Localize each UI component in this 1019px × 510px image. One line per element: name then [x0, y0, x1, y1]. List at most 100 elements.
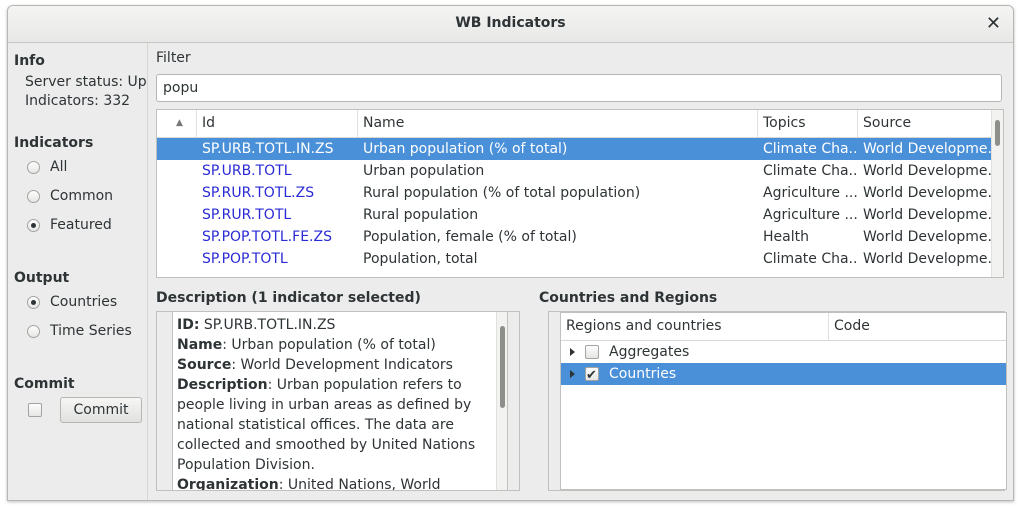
cell-source: World Developme...	[863, 163, 993, 179]
cell-id: SP.RUR.TOTL	[202, 207, 292, 223]
description-frame: ID: SP.URB.TOTL.IN.ZS Name: Urban popula…	[156, 311, 520, 491]
table-row[interactable]: SP.POP.TOTL Population, total Climate Cha.…	[157, 248, 993, 270]
tree-item-aggregates[interactable]: Aggregates	[561, 341, 1006, 363]
column-header-regions[interactable]: Regions and countries	[561, 313, 829, 340]
auto-commit-checkbox[interactable]	[28, 403, 42, 417]
scrollbar-thumb[interactable]	[500, 326, 505, 408]
radio-checked-icon[interactable]	[27, 295, 40, 309]
cell-name: Urban population	[363, 163, 485, 179]
radio-countries[interactable]: Countries	[27, 292, 117, 312]
table-row[interactable]: SP.URB.TOTL Urban population Climate Cha..…	[157, 160, 993, 182]
radio-label: Featured	[50, 217, 112, 233]
expand-arrow-icon[interactable]	[570, 370, 575, 378]
aggregates-checkbox[interactable]	[585, 345, 599, 359]
cell-id: SP.POP.TOTL	[202, 251, 288, 267]
radio-icon[interactable]	[27, 160, 40, 174]
column-header-source[interactable]: Source	[858, 110, 993, 137]
radio-common[interactable]: Common	[27, 186, 113, 206]
cell-topics: Agriculture ...	[763, 207, 858, 223]
description-box[interactable]: ID: SP.URB.TOTL.IN.ZS Name: Urban popula…	[172, 312, 508, 490]
cell-name: Urban population (% of total)	[363, 141, 568, 157]
cell-topics: Health	[763, 229, 809, 245]
radio-all[interactable]: All	[27, 157, 67, 177]
main-window: WB Indicators ✕ Info Server status: Up I…	[7, 5, 1014, 501]
window-title: WB Indicators	[455, 15, 566, 31]
cell-name: Population, total	[363, 251, 478, 267]
table-header: ▲ Id Name Topics Source	[157, 110, 993, 138]
radio-time-series[interactable]: Time Series	[27, 321, 132, 341]
radio-icon[interactable]	[27, 189, 40, 203]
id-value: SP.URB.TOTL.IN.ZS	[199, 317, 336, 333]
radio-label: Common	[50, 188, 114, 204]
tree-header: Regions and countries Code	[561, 313, 1006, 341]
org-label: Organization	[177, 477, 279, 490]
commit-button[interactable]: Commit	[60, 397, 142, 423]
radio-featured[interactable]: Featured	[27, 215, 112, 235]
filter-label: Filter	[156, 50, 191, 66]
id-label: ID:	[177, 317, 200, 333]
cell-source: World Developme...	[863, 251, 993, 267]
tree-item-label: Aggregates	[609, 344, 690, 360]
sort-column-header[interactable]: ▲	[157, 110, 197, 137]
table-row[interactable]: SP.RUR.TOTL Rural population Agriculture .…	[157, 204, 993, 226]
cell-name: Rural population (% of total population)	[363, 185, 641, 201]
radio-label: Time Series	[50, 323, 132, 339]
countries-tree[interactable]: Regions and countries Code Aggregates Co…	[560, 312, 1007, 490]
table-row[interactable]: SP.URB.TOTL.IN.ZS Urban population (% of …	[157, 138, 993, 160]
up-arrow-icon: ▲	[176, 118, 183, 128]
name-value: : Urban population (% of total)	[222, 337, 436, 353]
titlebar[interactable]: WB Indicators ✕	[8, 6, 1013, 43]
name-label: Name	[177, 337, 223, 353]
cell-id: SP.URB.TOTL	[202, 163, 292, 179]
column-header-id[interactable]: Id	[197, 110, 358, 137]
description-scrollbar[interactable]	[496, 312, 507, 490]
column-header-code[interactable]: Code	[829, 313, 1006, 340]
radio-icon[interactable]	[27, 324, 40, 338]
cell-source: World Developme...	[863, 185, 993, 201]
column-header-topics[interactable]: Topics	[758, 110, 858, 137]
source-label: Source	[177, 357, 232, 373]
sidebar: Info Server status: Up Indicators: 332 I…	[8, 43, 147, 500]
description-title: Description (1 indicator selected)	[156, 290, 421, 306]
cell-topics: Climate Cha...	[763, 163, 858, 179]
cell-id: SP.POP.TOTL.FE.ZS	[202, 229, 332, 245]
source-value: : World Development Indicators	[231, 357, 453, 373]
main-panel: Filter popu ▲ Id Name Topics Source SP.U…	[147, 43, 1013, 500]
expand-arrow-icon[interactable]	[570, 348, 575, 356]
cell-name: Rural population	[363, 207, 479, 223]
output-title: Output	[14, 270, 70, 286]
countries-frame: Regions and countries Code Aggregates Co…	[548, 311, 1007, 491]
table-scrollbar[interactable]	[991, 110, 1003, 277]
countries-checkbox[interactable]	[585, 365, 599, 387]
table-row[interactable]: SP.RUR.TOTL.ZS Rural population (% of tot…	[157, 182, 993, 204]
column-header-name[interactable]: Name	[358, 110, 758, 137]
description-text: ID: SP.URB.TOTL.IN.ZS Name: Urban popula…	[177, 315, 495, 490]
desc-label: Description	[177, 377, 268, 393]
filter-input[interactable]: popu	[156, 74, 1002, 102]
close-icon[interactable]: ✕	[986, 13, 1001, 34]
info-title: Info	[14, 53, 45, 69]
cell-source: World Developme...	[863, 141, 993, 157]
cell-source: World Developme...	[863, 229, 993, 245]
cell-topics: Climate Cha...	[763, 251, 858, 267]
cell-topics: Climate Cha...	[763, 141, 858, 157]
indicators-title: Indicators	[14, 135, 94, 151]
tree-item-countries[interactable]: Countries	[561, 363, 1006, 387]
radio-label: All	[50, 159, 68, 175]
cell-name: Population, female (% of total)	[363, 229, 577, 245]
indicator-count: Indicators: 332	[25, 93, 131, 109]
radio-checked-icon[interactable]	[27, 218, 40, 232]
countries-title: Countries and Regions	[539, 290, 718, 306]
table-row[interactable]: SP.POP.TOTL.FE.ZS Population, female (% o…	[157, 226, 993, 248]
divider	[147, 43, 148, 500]
cell-topics: Agriculture ...	[763, 185, 858, 201]
scrollbar-thumb[interactable]	[995, 120, 1000, 146]
server-status: Server status: Up	[25, 74, 147, 90]
tree-item-label: Countries	[609, 366, 677, 382]
commit-title: Commit	[14, 376, 75, 392]
indicators-table[interactable]: ▲ Id Name Topics Source SP.URB.TOTL.IN.Z…	[156, 109, 1004, 278]
radio-label: Countries	[50, 294, 118, 310]
cell-id: SP.RUR.TOTL.ZS	[202, 185, 315, 201]
cell-source: World Developme...	[863, 207, 993, 223]
cell-id: SP.URB.TOTL.IN.ZS	[202, 141, 334, 157]
